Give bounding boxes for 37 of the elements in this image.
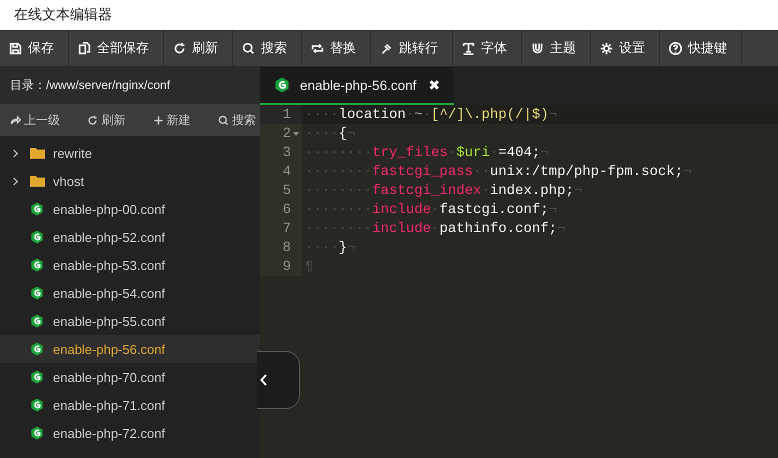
line-number: 9	[282, 258, 291, 274]
editor-tab[interactable]: enable-php-56.conf ✖	[260, 67, 454, 105]
code-line: ¶	[304, 258, 314, 274]
window-title: 在线文本编辑器	[14, 6, 112, 24]
file-tree-item[interactable]: enable-php-54.conf	[0, 279, 260, 307]
code-line: ········include·fastcgi.conf;¬	[304, 202, 558, 218]
sidebar-action[interactable]: 上一级	[10, 112, 60, 128]
code-line: ········include·pathinfo.conf;¬	[304, 220, 566, 236]
file-tree-item[interactable]: enable-php-70.conf	[0, 363, 260, 391]
file-tree-item[interactable]: enable-php-56.conf	[0, 335, 260, 363]
line-number: 1	[282, 106, 291, 122]
code-line: ········fastcgi_pass··unix:/tmp/php-fpm.sock;¬	[304, 164, 692, 180]
file-tree-item[interactable]: rewrite	[0, 139, 260, 167]
line-number: 3	[282, 144, 291, 160]
line-number: 8	[282, 240, 291, 256]
file-tree-item[interactable]: enable-php-00.conf	[0, 195, 260, 223]
sidebar-action[interactable]: 新建	[152, 112, 191, 128]
code-line: ········fastcgi_index·index.php;¬	[304, 182, 582, 198]
code-line: ········try_files·$uri·=404;¬	[304, 144, 549, 160]
line-number: 2	[282, 126, 291, 142]
line-number: 7	[282, 220, 291, 236]
file-tree-item[interactable]: enable-php-52.conf	[0, 223, 260, 251]
code-line: ····location·~·[^/]\.php(/|$)¬	[304, 106, 558, 122]
code-line: ····}¬	[304, 240, 356, 256]
close-icon[interactable]: ✖	[428, 76, 440, 94]
file-tree-item[interactable]: enable-php-55.conf	[0, 307, 260, 335]
directory-path: 目录：/www/server/nginx/conf	[10, 77, 170, 94]
sidebar-action[interactable]: 刷新	[87, 112, 126, 128]
code-line: ····{¬	[304, 126, 356, 142]
line-number: 6	[282, 202, 291, 218]
file-tree-item[interactable]: enable-php-71.conf	[0, 391, 260, 419]
file-tree-item[interactable]: vhost	[0, 167, 260, 195]
line-number: 4	[282, 164, 291, 180]
line-number: 5	[282, 182, 291, 198]
sidebar-action[interactable]: 搜索	[218, 112, 256, 128]
file-tree-item[interactable]: enable-php-53.conf	[0, 251, 260, 279]
file-tree-item[interactable]: enable-php-72.conf	[0, 419, 260, 447]
